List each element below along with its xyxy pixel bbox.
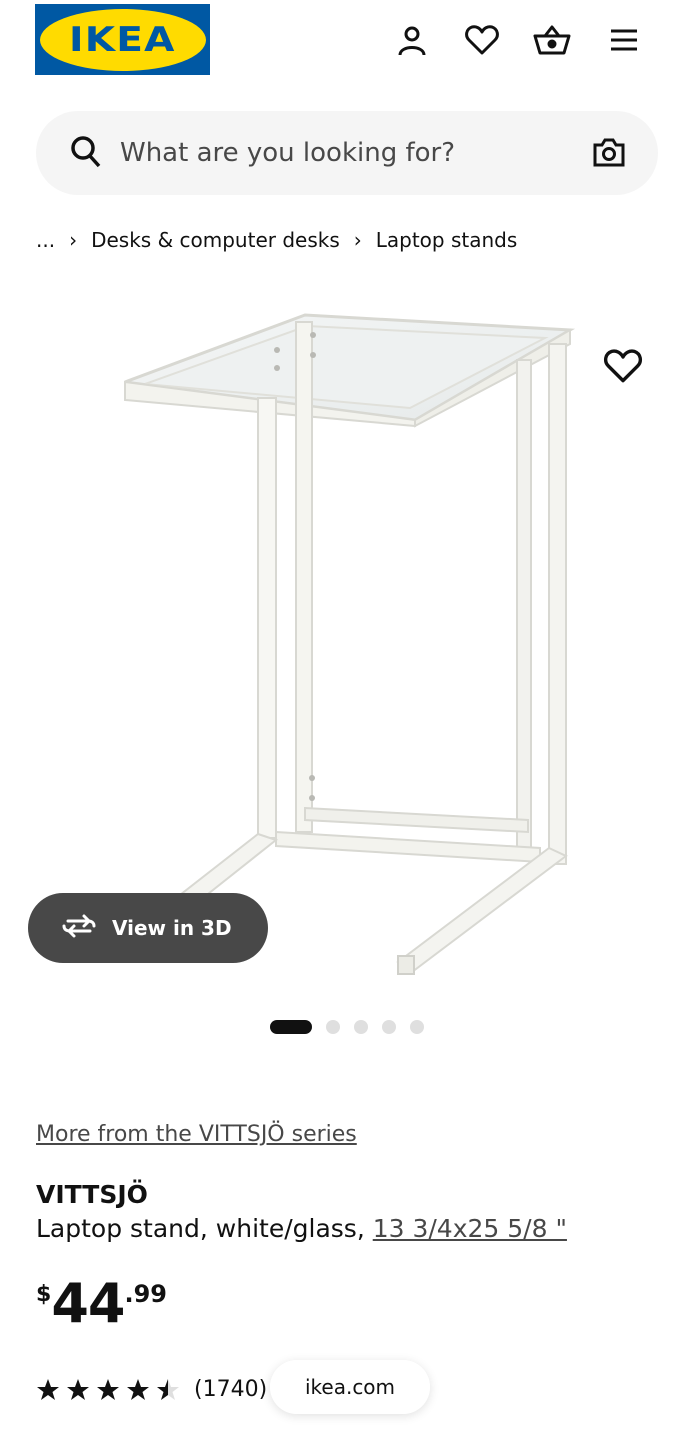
carousel-dot[interactable]: [326, 1020, 340, 1034]
logo-oval: IKEA: [39, 8, 206, 71]
view-in-3d-button[interactable]: View in 3D: [28, 893, 268, 963]
chevron-right-icon: ›: [353, 228, 362, 252]
price-currency: $: [36, 1282, 52, 1307]
rotate-3d-icon: [60, 913, 98, 944]
search-input[interactable]: [120, 133, 560, 173]
carousel-dot-active[interactable]: [270, 1020, 312, 1034]
rating[interactable]: (1740): [36, 1377, 267, 1402]
search-icon[interactable]: [70, 135, 102, 173]
logo-text: IKEA: [69, 19, 176, 60]
star-icon: [97, 1378, 119, 1400]
ikea-logo[interactable]: IKEA: [35, 4, 210, 75]
star-icon: [37, 1378, 59, 1400]
star-icon: [127, 1378, 149, 1400]
basket-icon[interactable]: [532, 20, 572, 60]
star-rating: [36, 1378, 180, 1402]
search-bar[interactable]: [36, 111, 658, 195]
carousel-dot[interactable]: [410, 1020, 424, 1034]
carousel-dot[interactable]: [354, 1020, 368, 1034]
product-name: VITTSJÖ: [36, 1180, 148, 1209]
star-icon: [67, 1378, 89, 1400]
breadcrumb-ellipsis[interactable]: ...: [36, 228, 55, 252]
product-description-text: Laptop stand, white/glass,: [36, 1214, 373, 1243]
menu-icon[interactable]: [604, 20, 644, 60]
carousel-indicators: [270, 1020, 424, 1034]
carousel-dot[interactable]: [382, 1020, 396, 1034]
product-page: IKEA What are you looking for? ... › Des…: [0, 0, 695, 1440]
domain-label: ikea.com: [304, 1375, 396, 1399]
heart-icon[interactable]: [462, 20, 502, 60]
add-to-favorites-heart-icon[interactable]: [603, 348, 643, 388]
breadcrumb-laptop-stands[interactable]: Laptop stands: [376, 228, 518, 252]
price-integer: 44: [51, 1272, 125, 1335]
price: $ 44 .99: [36, 1276, 167, 1332]
profile-icon[interactable]: [392, 20, 432, 60]
product-description: Laptop stand, white/glass, 13 3/4x25 5/8…: [36, 1214, 567, 1243]
series-link[interactable]: More from the VITTSJÖ series: [36, 1122, 357, 1147]
breadcrumb-desks[interactable]: Desks & computer desks: [91, 228, 340, 252]
breadcrumb: ... › Desks & computer desks › Laptop st…: [36, 226, 517, 254]
chevron-right-icon: ›: [69, 228, 78, 252]
view-in-3d-label: View in 3D: [112, 916, 232, 940]
camera-icon[interactable]: [592, 135, 626, 173]
rating-count[interactable]: (1740): [194, 1377, 267, 1402]
browser-domain-pill[interactable]: ikea.com: [270, 1360, 430, 1414]
half-star-icon: [157, 1378, 179, 1400]
product-dimensions-link[interactable]: 13 3/4x25 5/8 ": [373, 1214, 567, 1243]
price-decimal: .99: [124, 1280, 167, 1308]
